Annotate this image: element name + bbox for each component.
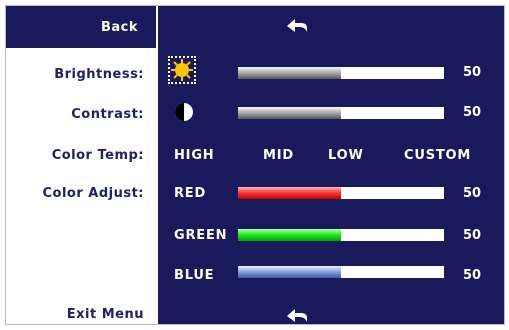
color-temp-label: Color Temp: (51, 148, 144, 163)
blue-slider-fill (238, 266, 341, 278)
color-temp-custom-option[interactable]: CUSTOM (404, 148, 471, 163)
return-arrow-icon[interactable] (286, 308, 308, 324)
blue-value: 50 (463, 268, 482, 283)
red-slider[interactable] (238, 187, 444, 199)
contrast-icon[interactable] (174, 102, 194, 122)
green-slider-fill (238, 229, 341, 241)
green-value: 50 (463, 228, 482, 243)
control-panel: 50 50 HIGH MID LOW CUSTOM RED 50 GREEN 5… (158, 6, 504, 324)
color-adjust-label: Color Adjust: (42, 186, 144, 201)
brightness-value: 50 (463, 65, 482, 80)
red-value: 50 (463, 186, 482, 201)
brightness-slider-fill (238, 67, 341, 79)
color-temp-high-option[interactable]: HIGH (174, 148, 214, 163)
blue-channel-label: BLUE (174, 268, 215, 283)
red-channel-label: RED (174, 186, 207, 201)
sun-icon[interactable] (171, 59, 193, 81)
brightness-slider[interactable] (238, 67, 444, 79)
contrast-label: Contrast: (71, 107, 144, 122)
blue-slider[interactable] (238, 266, 444, 278)
red-slider-fill (238, 187, 341, 199)
label-column: Back Brightness: Contrast: Color Temp: C… (6, 6, 156, 324)
green-slider[interactable] (238, 229, 444, 241)
contrast-value: 50 (463, 105, 482, 120)
contrast-slider-fill (238, 107, 341, 119)
exit-menu-label[interactable]: Exit Menu (6, 307, 144, 322)
back-header[interactable]: Back (6, 6, 156, 48)
brightness-label: Brightness: (54, 67, 144, 82)
return-arrow-icon[interactable] (286, 18, 308, 34)
osd-menu: Back Brightness: Contrast: Color Temp: C… (5, 5, 505, 325)
color-temp-mid-option[interactable]: MID (263, 148, 294, 163)
back-label[interactable]: Back (6, 20, 138, 35)
color-temp-low-option[interactable]: LOW (328, 148, 364, 163)
contrast-slider[interactable] (238, 107, 444, 119)
green-channel-label: GREEN (174, 228, 228, 243)
